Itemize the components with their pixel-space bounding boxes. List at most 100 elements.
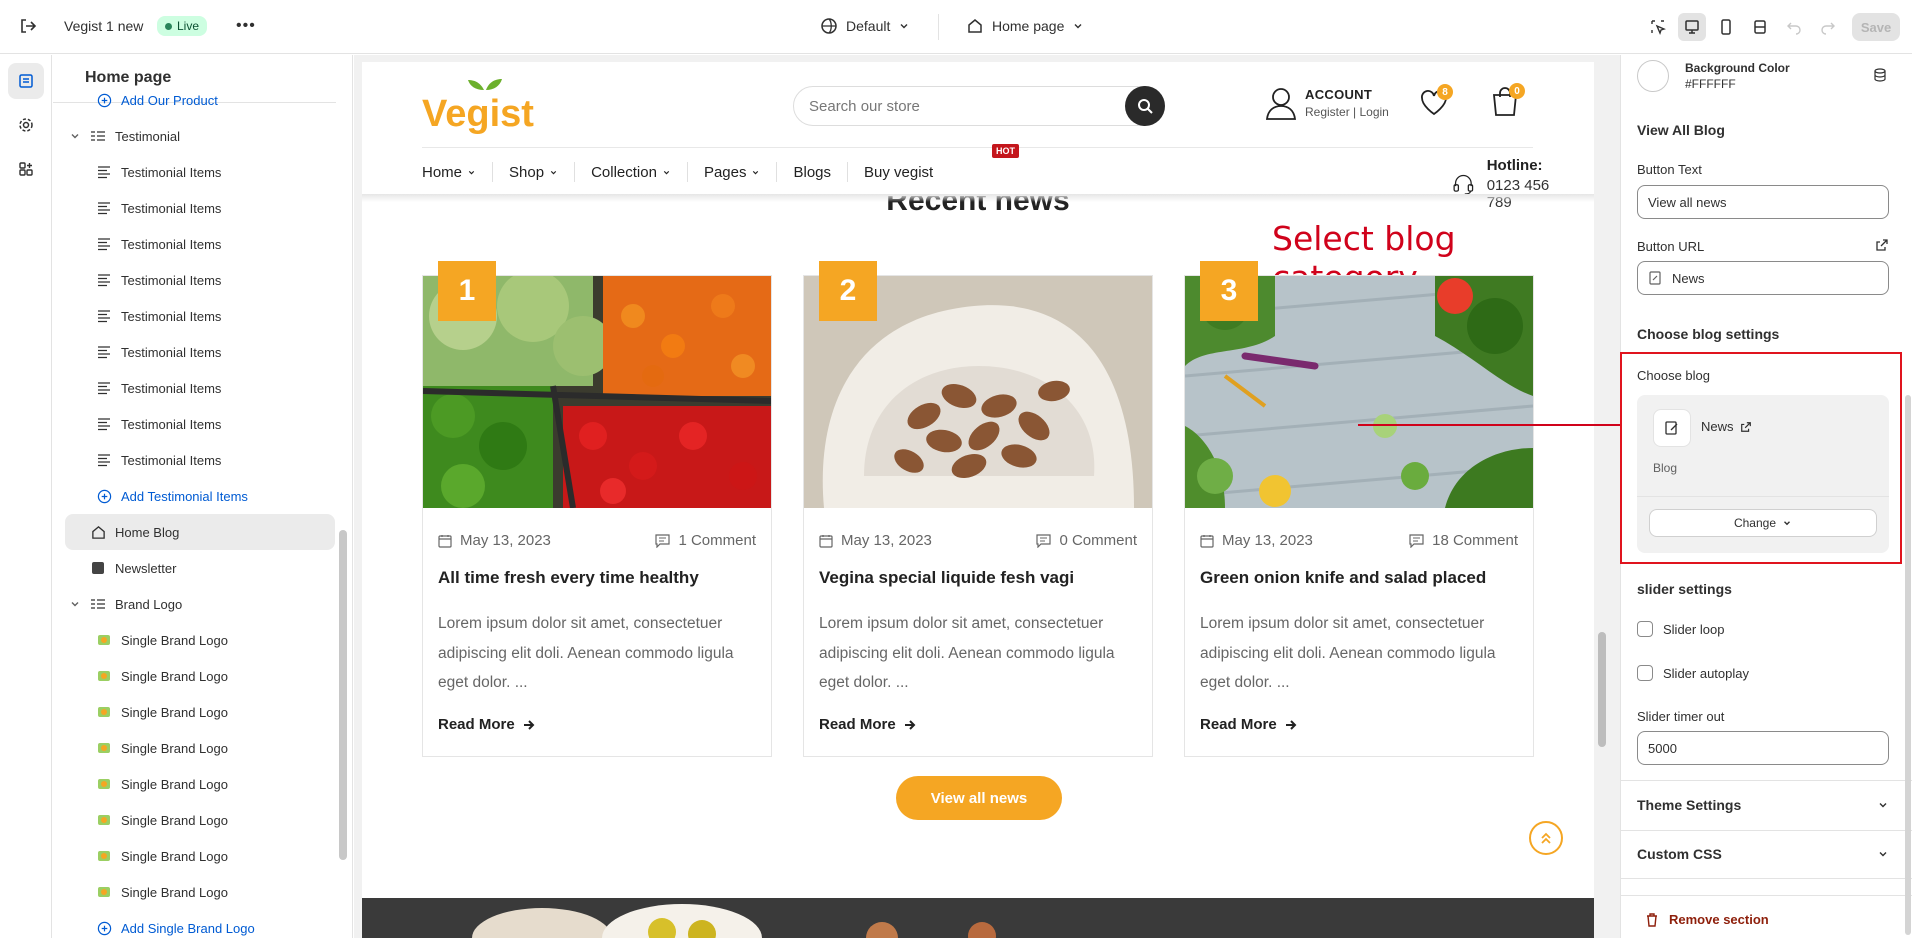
theme-label: Default (846, 18, 891, 34)
cart-icon[interactable]: 0 (1490, 83, 1525, 117)
post-date: May 13, 2023 (841, 532, 932, 549)
sidebar-item[interactable]: Single Brand Logo (65, 730, 335, 766)
sidebar-item[interactable]: Single Brand Logo (65, 766, 335, 802)
button-url-value: News (1672, 270, 1705, 286)
sidebar-item[interactable]: Single Brand Logo (65, 874, 335, 910)
blog-card[interactable]: 3 May 13, 2023 18 Comment Green onion kn… (1184, 261, 1534, 757)
text-block-icon (98, 382, 110, 395)
sidebar-section[interactable]: Brand Logo (65, 586, 335, 622)
fullscreen-icon[interactable] (1746, 13, 1774, 41)
sidebar-item[interactable]: Testimonial Items (65, 370, 335, 406)
inspector-icon[interactable] (1644, 13, 1672, 41)
sections-icon[interactable] (8, 63, 44, 99)
store-nav-item[interactable]: Buy vegist (847, 162, 949, 182)
exit-icon[interactable] (18, 16, 38, 36)
slider-autoplay-checkbox[interactable]: Slider autoplay (1637, 665, 1749, 681)
view-all-news-button[interactable]: View all news (896, 776, 1062, 820)
sidebar-item[interactable]: Testimonial Items (65, 442, 335, 478)
sidebar-item[interactable]: Single Brand Logo (65, 658, 335, 694)
slider-timer-input[interactable]: 5000 (1637, 731, 1889, 765)
store-preview: Recent news Vegist Search our store ACCO… (362, 62, 1594, 938)
search-icon[interactable] (1125, 86, 1165, 126)
read-more-label: Read More (438, 716, 515, 733)
read-more-link[interactable]: Read More (438, 716, 535, 733)
sidebar-item[interactable]: Testimonial Items (65, 262, 335, 298)
sidebar-item[interactable]: Single Brand Logo (65, 694, 335, 730)
wishlist-icon[interactable]: 8 (1419, 84, 1453, 116)
sidebar-item-label: Testimonial Items (121, 380, 222, 396)
sidebar-item-label: Testimonial Items (121, 236, 222, 252)
sidebar-item[interactable]: Testimonial Items (65, 154, 335, 190)
sidebar-scrollbar[interactable] (336, 100, 350, 930)
sidebar-item[interactable]: Single Brand Logo (65, 838, 335, 874)
button-text-input[interactable]: View all news (1637, 185, 1889, 219)
color-swatch[interactable] (1637, 60, 1669, 92)
post-title[interactable]: Vegina special liquide fesh vagi (819, 568, 1074, 588)
theme-selector[interactable]: Default (820, 17, 910, 35)
sidebar-item[interactable]: Testimonial Items (65, 190, 335, 226)
chevron-down-icon[interactable] (69, 598, 81, 610)
sidebar-item[interactable]: Testimonial Items (65, 406, 335, 442)
login-link[interactable]: Login (1359, 105, 1388, 119)
panel-scrollbar[interactable] (1905, 55, 1912, 938)
page-selector[interactable]: Home page (966, 17, 1084, 35)
sidebar-add-item[interactable]: Add Testimonial Items (65, 478, 335, 514)
register-link[interactable]: Register (1305, 105, 1350, 119)
store-logo[interactable]: Vegist (422, 76, 542, 134)
store-name[interactable]: Vegist 1 new (64, 18, 143, 34)
slider-loop-checkbox[interactable]: Slider loop (1637, 621, 1724, 637)
bg-color-label: Background Color (1685, 61, 1790, 75)
logo-text: Vegist (422, 93, 534, 134)
blog-card[interactable]: 2 May 13, 2023 0 Comment Vegina special … (803, 261, 1153, 757)
sidebar-section[interactable]: Newsletter (65, 550, 335, 586)
store-search-input[interactable]: Search our store (793, 86, 1165, 126)
remove-section-button[interactable]: Remove section (1645, 912, 1769, 927)
external-link-icon[interactable] (1875, 238, 1889, 252)
store-nav-item[interactable]: Collection (574, 162, 687, 182)
store-nav-item[interactable]: Pages (686, 162, 777, 182)
sidebar-item[interactable]: Single Brand Logo (65, 622, 335, 658)
apps-icon[interactable] (8, 151, 44, 187)
gear-icon[interactable] (8, 107, 44, 143)
custom-css-accordion[interactable]: Custom CSS (1637, 846, 1889, 862)
post-comments[interactable]: 1 Comment (678, 532, 756, 549)
post-title[interactable]: All time fresh every time healthy (438, 568, 699, 588)
account-link[interactable]: ACCOUNT Register | Login (1265, 86, 1389, 120)
desktop-view-icon[interactable] (1678, 13, 1706, 41)
sidebar-item[interactable]: Testimonial Items (65, 298, 335, 334)
sidebar-section[interactable]: Testimonial (65, 118, 335, 154)
sidebar-item[interactable]: Single Brand Logo (65, 802, 335, 838)
blog-card[interactable]: 1 May 13, 2023 1 Comment All time fresh … (422, 261, 772, 757)
sidebar-add-item[interactable]: Add Our Product (65, 82, 335, 118)
comment-icon (1409, 533, 1424, 548)
redo-icon[interactable] (1814, 13, 1842, 41)
store-nav-item[interactable]: Blogs (776, 162, 847, 182)
user-icon (1265, 88, 1297, 120)
store-nav-item[interactable]: Home (422, 162, 492, 182)
more-actions-button[interactable]: ••• (236, 17, 256, 35)
save-button[interactable]: Save (1852, 13, 1900, 41)
sidebar-item-label: Single Brand Logo (121, 632, 228, 648)
sidebar-section-selected[interactable]: Home Blog (65, 514, 335, 550)
sidebar-item[interactable]: Testimonial Items (65, 226, 335, 262)
chevron-down-icon[interactable] (69, 130, 81, 142)
divider (938, 14, 939, 40)
read-more-link[interactable]: Read More (819, 716, 916, 733)
store-nav-item[interactable]: Shop (492, 162, 574, 182)
post-title[interactable]: Green onion knife and salad placed (1200, 568, 1486, 588)
theme-settings-accordion[interactable]: Theme Settings (1637, 797, 1889, 813)
button-url-input[interactable]: News (1637, 261, 1889, 295)
undo-icon[interactable] (1780, 13, 1808, 41)
sidebar-add-item[interactable]: Add Single Brand Logo (65, 910, 335, 938)
post-comments[interactable]: 18 Comment (1432, 532, 1518, 549)
sidebar-item[interactable]: Testimonial Items (65, 334, 335, 370)
scroll-to-top-icon[interactable] (1529, 821, 1563, 855)
brand-logo-icon (98, 743, 110, 753)
trash-icon (1647, 912, 1657, 927)
post-comments[interactable]: 0 Comment (1059, 532, 1137, 549)
brand-logo-icon (98, 635, 110, 645)
mobile-view-icon[interactable] (1712, 13, 1740, 41)
read-more-link[interactable]: Read More (1200, 716, 1297, 733)
dynamic-source-icon[interactable] (1873, 68, 1887, 82)
canvas-scrollbar[interactable] (1594, 62, 1610, 938)
